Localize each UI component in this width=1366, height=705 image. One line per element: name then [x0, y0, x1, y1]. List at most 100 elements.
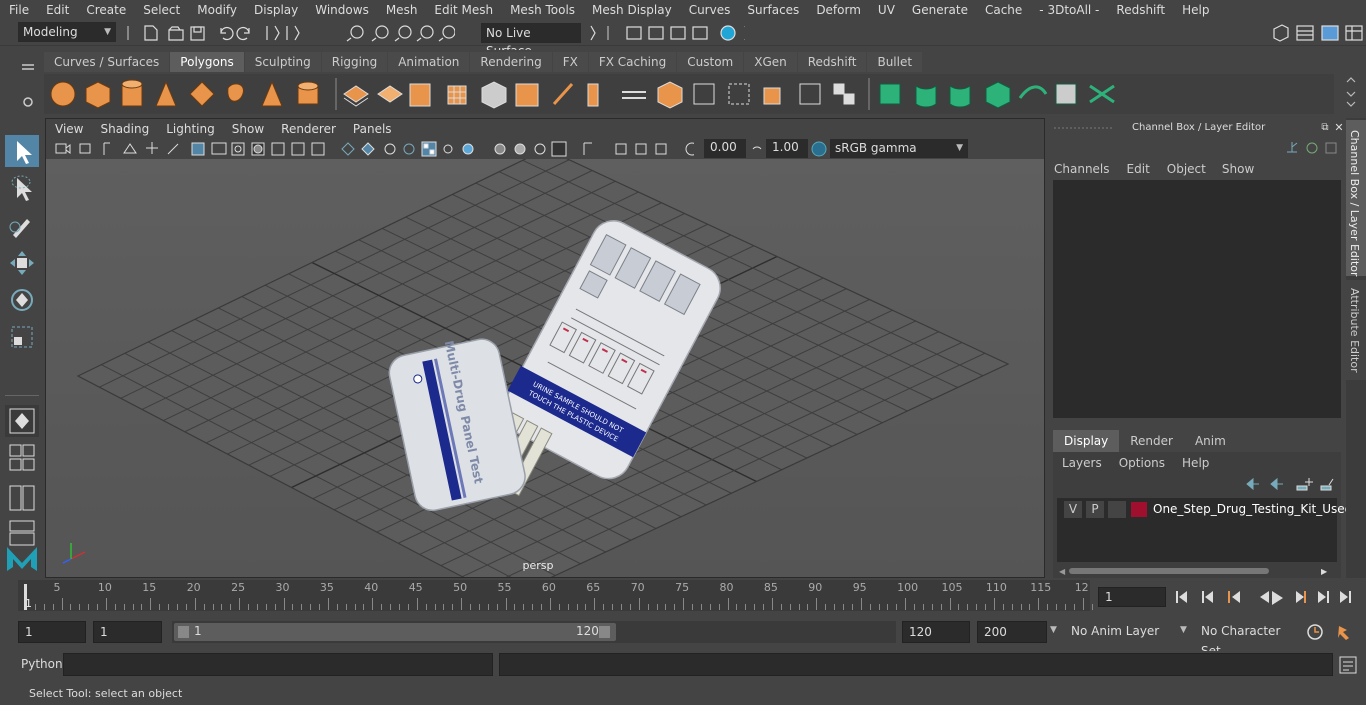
- menu-edit-mesh[interactable]: Edit Mesh: [425, 3, 501, 17]
- select-tool-button[interactable]: [5, 135, 39, 167]
- menu-uv[interactable]: UV: [869, 3, 903, 17]
- shelf-tab-fx-caching[interactable]: FX Caching: [588, 52, 677, 72]
- layer-menu-layers[interactable]: Layers: [1062, 456, 1102, 470]
- shelf-tab-bullet[interactable]: Bullet: [867, 52, 923, 72]
- playback-start-field[interactable]: 1: [93, 621, 162, 643]
- time-slider[interactable]: 5 10 15 20 25 30 35 40 45 50 55 60 65 70 75 80 85 90 95 100…: [0, 580, 1366, 615]
- move-tool-button[interactable]: [5, 247, 39, 279]
- paint-select-button[interactable]: [5, 209, 39, 241]
- start-time-field[interactable]: 1: [18, 621, 86, 643]
- layer-tab-anim[interactable]: Anim: [1184, 430, 1237, 452]
- layer-color-swatch[interactable]: [1131, 502, 1147, 517]
- polygon-shelf-icons[interactable]: [44, 74, 1334, 114]
- shelf-tab-rigging[interactable]: Rigging: [321, 52, 388, 72]
- shelf-menu-icon[interactable]: [18, 55, 38, 115]
- vp-menu-renderer[interactable]: Renderer: [272, 122, 344, 136]
- vp-menu-show[interactable]: Show: [223, 122, 272, 136]
- range-right-grip[interactable]: [599, 626, 610, 638]
- gamma-field[interactable]: 1.00: [766, 139, 808, 158]
- channel-list[interactable]: [1053, 180, 1341, 418]
- layer-menu-options[interactable]: Options: [1119, 456, 1165, 470]
- layer-tab-display[interactable]: Display: [1053, 430, 1120, 452]
- menu-edit[interactable]: Edit: [37, 3, 77, 17]
- channel-box-mode-icons[interactable]: [1284, 140, 1344, 156]
- menu-windows[interactable]: Windows: [306, 3, 377, 17]
- color-management-icon[interactable]: [810, 140, 828, 158]
- command-input[interactable]: [63, 653, 493, 676]
- vp-menu-view[interactable]: View: [46, 122, 91, 136]
- playback-end-field[interactable]: 120: [902, 621, 970, 643]
- shelf-tab-polygons[interactable]: Polygons: [170, 52, 244, 72]
- menu-mesh[interactable]: Mesh: [377, 3, 426, 17]
- menu-file[interactable]: File: [0, 3, 37, 17]
- menu-redshift[interactable]: Redshift: [1107, 3, 1173, 17]
- shelf-tab-redshift[interactable]: Redshift: [797, 52, 867, 72]
- end-time-field[interactable]: 200: [977, 621, 1047, 643]
- range-bar[interactable]: 1 120: [172, 621, 896, 643]
- chevron-down-icon[interactable]: ▼: [1180, 625, 1187, 635]
- menu-cache[interactable]: Cache: [976, 3, 1030, 17]
- cb-menu-show[interactable]: Show: [1222, 162, 1254, 176]
- shelf-tab-fx[interactable]: FX: [552, 52, 588, 72]
- side-tab-attribute-editor[interactable]: Attribute Editor: [1346, 280, 1366, 380]
- shelf-tab-sculpting[interactable]: Sculpting: [244, 52, 321, 72]
- perspective-scene[interactable]: URINE SAMPLE SHOULD NOT TOUCH THE PLASTI…: [46, 159, 1044, 577]
- character-set-dropdown[interactable]: No Character Set: [1197, 621, 1297, 658]
- chevron-down-icon[interactable]: ▼: [1050, 625, 1057, 635]
- layer-tab-render[interactable]: Render: [1119, 430, 1184, 452]
- current-time-marker[interactable]: [24, 584, 27, 610]
- cb-menu-object[interactable]: Object: [1167, 162, 1206, 176]
- layer-visibility-toggle[interactable]: V: [1064, 501, 1082, 518]
- single-view-button[interactable]: [5, 405, 39, 437]
- current-frame-field[interactable]: 1: [1098, 587, 1166, 607]
- range-extra-icons[interactable]: [1305, 622, 1361, 642]
- viewport-tool-icons[interactable]: [54, 140, 694, 158]
- vp-menu-panels[interactable]: Panels: [344, 122, 400, 136]
- time-ruler[interactable]: 5 10 15 20 25 30 35 40 45 50 55 60 65 70 75 80 85 90 95 100…: [18, 580, 1093, 611]
- lasso-tool-button[interactable]: [5, 172, 39, 204]
- four-view-button[interactable]: [5, 442, 39, 474]
- cb-menu-edit[interactable]: Edit: [1127, 162, 1150, 176]
- menu-display[interactable]: Display: [245, 3, 306, 17]
- side-by-side-view-button[interactable]: [5, 482, 39, 514]
- menu-generate[interactable]: Generate: [903, 3, 976, 17]
- side-tab-channel-box[interactable]: Channel Box / Layer Editor: [1346, 120, 1366, 277]
- vp-menu-lighting[interactable]: Lighting: [157, 122, 223, 136]
- layer-display-type[interactable]: [1108, 501, 1126, 518]
- shelf-tab-xgen[interactable]: XGen: [744, 52, 797, 72]
- menu-mesh-tools[interactable]: Mesh Tools: [501, 3, 583, 17]
- python-label[interactable]: Python: [21, 657, 63, 671]
- drag-handle-icon[interactable]: [1054, 125, 1114, 131]
- cb-menu-channels[interactable]: Channels: [1054, 162, 1110, 176]
- layer-action-icons[interactable]: [1243, 476, 1339, 492]
- script-editor-icon[interactable]: [1338, 655, 1358, 675]
- vp-menu-shading[interactable]: Shading: [91, 122, 157, 136]
- playback-controls[interactable]: [1172, 588, 1362, 608]
- shelf-scroll-icon[interactable]: [1344, 76, 1358, 110]
- menu-surfaces[interactable]: Surfaces: [738, 3, 807, 17]
- scroll-left-icon[interactable]: ◀: [1059, 567, 1065, 576]
- shelf-tab-curves-surfaces[interactable]: Curves / Surfaces: [44, 52, 170, 72]
- menu-3dtoall[interactable]: - 3DtoAll -: [1030, 3, 1107, 17]
- range-left-grip[interactable]: [178, 626, 189, 638]
- exposure-field[interactable]: 0.00: [704, 139, 746, 158]
- rotate-tool-button[interactable]: [5, 284, 39, 316]
- live-surface-field[interactable]: No Live Surface: [481, 23, 581, 58]
- menu-modify[interactable]: Modify: [188, 3, 245, 17]
- menu-create[interactable]: Create: [77, 3, 134, 17]
- viewport-canvas[interactable]: URINE SAMPLE SHOULD NOT TOUCH THE PLASTI…: [46, 159, 1044, 577]
- menu-help[interactable]: Help: [1173, 3, 1217, 17]
- shelf-tab-rendering[interactable]: Rendering: [470, 52, 552, 72]
- anim-layer-dropdown[interactable]: No Anim Layer: [1067, 621, 1175, 643]
- menu-mesh-display[interactable]: Mesh Display: [583, 3, 680, 17]
- shelf-tab-animation[interactable]: Animation: [388, 52, 470, 72]
- layer-menu-help[interactable]: Help: [1182, 456, 1209, 470]
- colorspace-dropdown[interactable]: sRGB gamma ▼: [830, 139, 968, 158]
- layer-row[interactable]: V P One_Step_Drug_Testing_Kit_Used: [1060, 501, 1352, 519]
- menu-curves[interactable]: Curves: [680, 3, 739, 17]
- menu-select[interactable]: Select: [134, 3, 188, 17]
- range-handle[interactable]: 1 120: [174, 623, 616, 641]
- layer-playback-toggle[interactable]: P: [1086, 501, 1104, 518]
- mode-dropdown[interactable]: Modeling ▼: [18, 22, 116, 42]
- shelf-tab-custom[interactable]: Custom: [677, 52, 744, 72]
